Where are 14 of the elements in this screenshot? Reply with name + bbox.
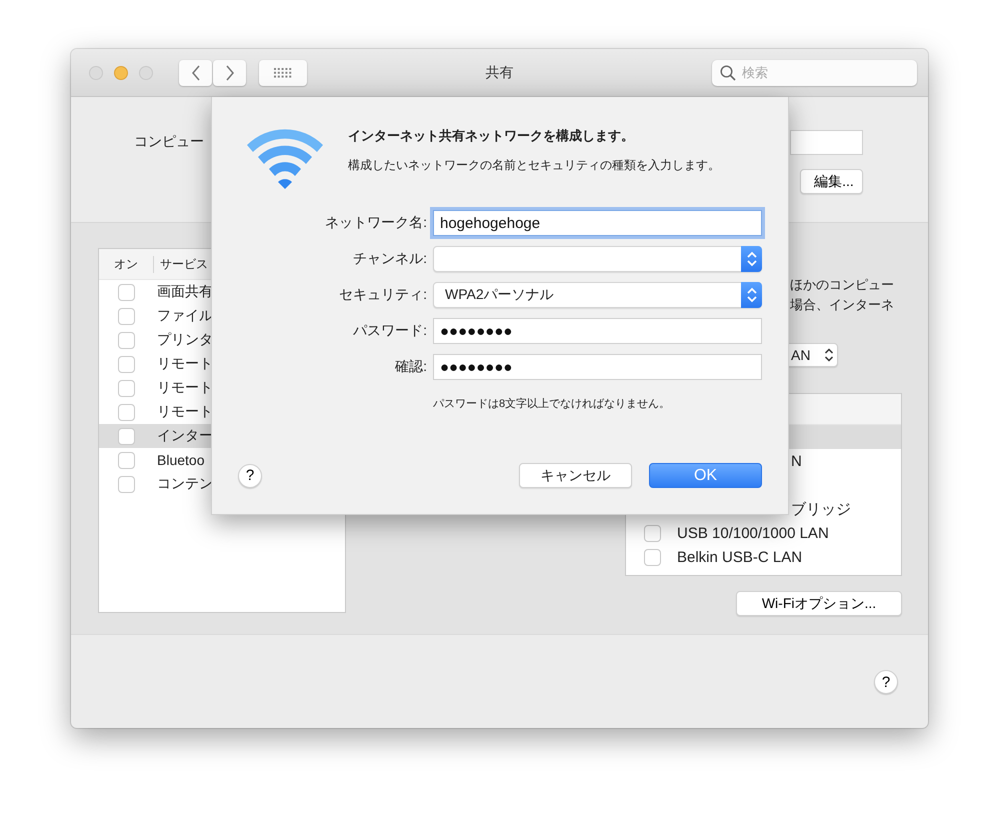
field-label: チャンネル: (352, 250, 427, 268)
column-header: サービス (159, 256, 208, 272)
field-label: パスワード: (352, 322, 427, 340)
hint-text: パスワードは8文字以上でなければなりません。 (433, 396, 672, 411)
description-text: ほかのコンピュー (790, 276, 895, 294)
window-title: 共有 (486, 64, 514, 82)
sheet-title: インターネット共有ネットワークを構成します。 (348, 127, 635, 145)
field-label: ネットワーク名: (324, 214, 427, 232)
sheet-subtitle: 構成したいネットワークの名前とセキュリティの種類を入力します。 (348, 157, 720, 174)
description-text: 場合、インターネ (790, 296, 895, 314)
field-label: 確認: (394, 358, 427, 376)
column-header: オン (99, 256, 154, 272)
field-label: コンピュー (134, 133, 204, 151)
field-label: セキュリティ: (338, 286, 427, 304)
